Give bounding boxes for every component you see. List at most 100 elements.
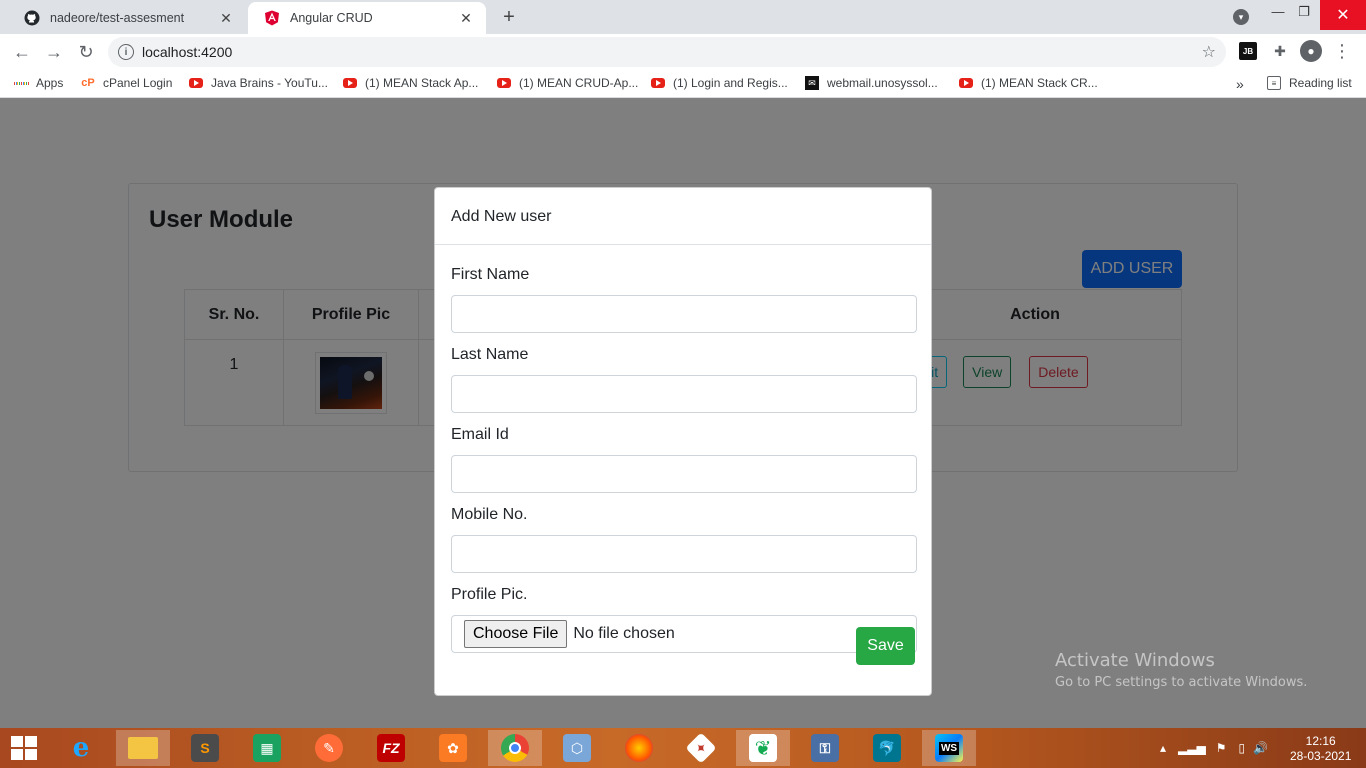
bookmark-apps[interactable]: Apps: [14, 76, 63, 90]
angular-icon: [264, 10, 280, 26]
tab-title: Angular CRUD: [290, 11, 373, 25]
windows-start-icon[interactable]: [8, 736, 40, 760]
bookmark-label: (1) MEAN CRUD-Ap...: [519, 76, 639, 90]
bookmark-label: Apps: [36, 76, 64, 90]
last-name-label: Last Name: [451, 346, 529, 363]
activate-windows-watermark: Activate Windows Go to PC settings to ac…: [1055, 650, 1307, 690]
bookmark-label: cPanel Login: [103, 76, 173, 90]
youtube-icon: [497, 76, 511, 90]
bookmark-java-brains[interactable]: Java Brains - YouTu...: [189, 76, 328, 90]
clock-date: 28-03-2021: [1290, 749, 1352, 763]
browser-toolbar: ← → ↻ i localhost:4200 ☆ JB ✚ ● ⋮: [0, 34, 1366, 70]
system-tray: ▴ ▂▃▅ ⚑ ▯ 🔊: [1160, 728, 1268, 768]
bookmark-mean-crud[interactable]: (1) MEAN CRUD-Ap...: [497, 76, 638, 90]
new-tab-button[interactable]: +: [498, 6, 520, 29]
taskbar-firefox-icon[interactable]: [612, 730, 666, 766]
taskbar-ie-icon[interactable]: e: [54, 730, 108, 766]
tab-title: nadeore/test-assesment: [50, 11, 185, 25]
bookmark-label: webmail.unosyssol...: [827, 76, 938, 90]
github-icon: [24, 10, 40, 26]
tab-angular-crud[interactable]: Angular CRUD ✕: [248, 2, 486, 34]
windows-taskbar: e S ▦ ✎ FZ ✿ ⬡ ✦ ❦ ⚿ 🐬 WS ▴ ▂▃▅ ⚑ ▯ 🔊 12…: [0, 728, 1366, 768]
taskbar-mysql-icon[interactable]: 🐬: [860, 730, 914, 766]
email-input[interactable]: [451, 455, 917, 493]
watermark-title: Activate Windows: [1055, 650, 1215, 671]
taskbar-clock[interactable]: 12:16 28-03-2021: [1290, 734, 1351, 764]
taskbar-postman-icon[interactable]: ✎: [302, 730, 356, 766]
reading-list-icon: ≡: [1267, 76, 1281, 90]
minimize-button[interactable]: —: [1264, 4, 1292, 19]
profile-pic-file-input[interactable]: Choose File No file chosen: [451, 615, 917, 653]
youtube-icon: [959, 76, 973, 90]
taskbar-webstorm-icon[interactable]: WS: [922, 730, 976, 766]
taskbar-sublime-icon[interactable]: S: [178, 730, 232, 766]
bookmarks-bar: Apps cP cPanel Login Java Brains - YouTu…: [0, 70, 1366, 98]
reading-list-button[interactable]: ≡ Reading list: [1267, 76, 1352, 90]
file-status-text: No file chosen: [573, 625, 675, 642]
taskbar-store-icon[interactable]: ▦: [240, 730, 294, 766]
info-icon[interactable]: i: [118, 44, 134, 60]
more-bookmarks-chevron-icon[interactable]: »: [1236, 76, 1244, 92]
cpanel-icon: cP: [81, 77, 95, 89]
youtube-icon: [343, 76, 357, 90]
address-bar[interactable]: i localhost:4200 ☆: [108, 37, 1226, 67]
youtube-icon: [651, 76, 665, 90]
last-name-input[interactable]: [451, 375, 917, 413]
window-close-button[interactable]: ✕: [1320, 0, 1366, 30]
bookmark-label: (1) MEAN Stack Ap...: [365, 76, 479, 90]
tray-chevron-up-icon[interactable]: ▴: [1160, 741, 1166, 755]
bookmark-label: (1) MEAN Stack CR...: [981, 76, 1098, 90]
mobile-label: Mobile No.: [451, 506, 528, 523]
taskbar-network-icon[interactable]: ⚿: [798, 730, 852, 766]
watermark-subtitle: Go to PC settings to activate Windows.: [1055, 675, 1308, 690]
taskbar-git-icon[interactable]: ✦: [674, 730, 728, 766]
close-icon[interactable]: ✕: [218, 10, 234, 27]
forward-arrow-icon[interactable]: →: [44, 42, 64, 63]
browser-tab-strip: nadeore/test-assesment ✕ Angular CRUD ✕ …: [0, 0, 1366, 34]
modal-body: First Name Last Name Email Id Mobile No.…: [435, 245, 931, 653]
network-signal-icon[interactable]: ▂▃▅: [1178, 741, 1206, 755]
mobile-input[interactable]: [451, 535, 917, 573]
taskbar-filezilla-icon[interactable]: FZ: [364, 730, 418, 766]
action-center-flag-icon[interactable]: ⚑: [1216, 741, 1227, 755]
battery-icon[interactable]: ▯: [1238, 741, 1245, 755]
taskbar-chrome-icon[interactable]: [488, 730, 542, 766]
taskbar-virtualbox-icon[interactable]: ⬡: [550, 730, 604, 766]
reading-list-label: Reading list: [1289, 76, 1352, 90]
bookmark-mean-stack-cr[interactable]: (1) MEAN Stack CR...: [959, 76, 1098, 90]
choose-file-button[interactable]: Choose File: [464, 620, 568, 648]
webmail-icon: ✉: [805, 76, 819, 90]
reload-icon[interactable]: ↻: [76, 42, 96, 63]
modal-title: Add New user: [435, 188, 931, 245]
bookmark-webmail[interactable]: ✉ webmail.unosyssol...: [805, 76, 938, 90]
bookmark-mean-stack-ap[interactable]: (1) MEAN Stack Ap...: [343, 76, 478, 90]
save-button[interactable]: Save: [856, 627, 915, 665]
tab-search-icon[interactable]: ▾: [1233, 9, 1249, 25]
taskbar-xampp-icon[interactable]: ✿: [426, 730, 480, 766]
page-viewport: User Module ADD USER Sr. No. Profile Pic…: [0, 98, 1366, 728]
back-arrow-icon[interactable]: ←: [12, 42, 32, 63]
first-name-input[interactable]: [451, 295, 917, 333]
extensions-puzzle-icon[interactable]: ✚: [1271, 42, 1289, 60]
bookmark-label: Java Brains - YouTu...: [211, 76, 328, 90]
taskbar-mongodb-icon[interactable]: ❦: [736, 730, 790, 766]
bookmark-star-icon[interactable]: ☆: [1202, 42, 1216, 62]
restore-button[interactable]: ❐: [1290, 4, 1318, 20]
profile-avatar-icon[interactable]: ●: [1300, 40, 1322, 62]
youtube-icon: [189, 76, 203, 90]
bookmark-login-regis[interactable]: (1) Login and Regis...: [651, 76, 788, 90]
bookmark-label: (1) Login and Regis...: [673, 76, 788, 90]
apps-grid-icon: [14, 76, 28, 90]
profile-pic-label: Profile Pic.: [451, 586, 528, 603]
more-menu-icon[interactable]: ⋮: [1333, 41, 1351, 61]
email-label: Email Id: [451, 426, 509, 443]
tab-github[interactable]: nadeore/test-assesment ✕: [8, 2, 246, 34]
volume-icon[interactable]: 🔊: [1253, 741, 1268, 755]
first-name-label: First Name: [451, 266, 530, 283]
close-icon[interactable]: ✕: [458, 10, 474, 27]
taskbar-file-explorer-icon[interactable]: [116, 730, 170, 766]
clock-time: 12:16: [1305, 734, 1336, 748]
add-user-modal: Add New user First Name Last Name Email …: [434, 187, 932, 696]
jetbrains-extension-icon[interactable]: JB: [1239, 42, 1257, 60]
bookmark-cpanel[interactable]: cP cPanel Login: [81, 76, 172, 90]
